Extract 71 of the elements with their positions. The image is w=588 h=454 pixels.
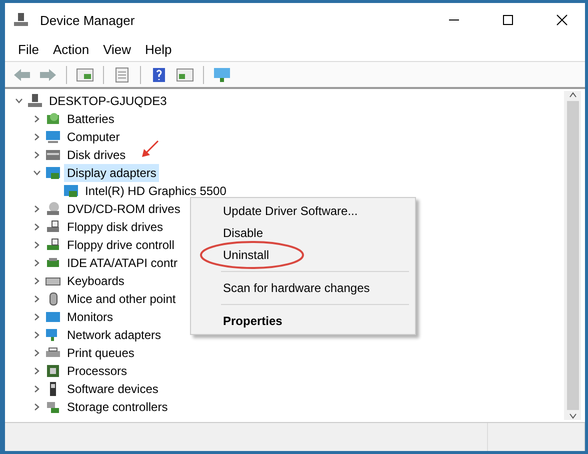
- computer-icon: [27, 93, 43, 109]
- monitor-icon: [45, 309, 61, 325]
- tree-item[interactable]: DVD/CD-ROM drives: [64, 200, 184, 218]
- menu-item[interactable]: View: [96, 40, 138, 58]
- chevron-right-icon[interactable]: [33, 331, 41, 339]
- chevron-right-icon[interactable]: [33, 313, 41, 321]
- tree-item[interactable]: Mice and other point: [64, 290, 179, 308]
- display-adapter-icon: [63, 183, 79, 199]
- monitor-icon: [213, 66, 231, 82]
- monitor-icon: [45, 129, 61, 145]
- scroll-down-icon[interactable]: [568, 412, 576, 420]
- document-icon: [114, 66, 130, 82]
- chevron-right-icon[interactable]: [33, 295, 41, 303]
- tree-item[interactable]: Network adapters: [64, 326, 164, 344]
- window-title: Device Manager: [40, 12, 136, 28]
- scrollbar[interactable]: [564, 91, 581, 420]
- chevron-right-icon[interactable]: [33, 151, 41, 159]
- help-icon: [151, 66, 167, 82]
- tree-item[interactable]: Monitors: [64, 308, 116, 326]
- tree-item[interactable]: Software devices: [64, 380, 162, 398]
- window-pane-icon: [176, 66, 194, 82]
- chevron-right-icon[interactable]: [33, 403, 41, 411]
- context-menu-item[interactable]: Scan for hardware changes: [193, 277, 413, 299]
- tree-item[interactable]: Floppy disk drives: [64, 218, 166, 236]
- chevron-right-icon[interactable]: [33, 277, 41, 285]
- tree-item[interactable]: IDE ATA/ATAPI contr: [64, 254, 180, 272]
- tree-item[interactable]: Processors: [64, 362, 130, 380]
- battery-icon: [45, 111, 61, 127]
- storage-controller-icon: [45, 399, 61, 415]
- back-arrow-icon: [13, 68, 31, 82]
- chevron-right-icon[interactable]: [33, 223, 41, 231]
- chevron-right-icon[interactable]: [33, 133, 41, 141]
- chevron-right-icon[interactable]: [33, 115, 41, 123]
- tree-item[interactable]: Floppy drive controll: [64, 236, 178, 254]
- drive-icon: [45, 147, 61, 163]
- maximize-icon: [502, 14, 514, 26]
- chevron-down-icon[interactable]: [33, 169, 41, 177]
- chevron-right-icon[interactable]: [33, 385, 41, 393]
- tree-item[interactable]: Keyboards: [64, 272, 128, 290]
- scroll-up-icon[interactable]: [568, 91, 576, 99]
- tree-item[interactable]: Disk drives: [64, 146, 129, 164]
- context-menu-item[interactable]: Update Driver Software...: [193, 200, 413, 222]
- chevron-right-icon[interactable]: [33, 205, 41, 213]
- tree-item[interactable]: Storage controllers: [64, 398, 171, 416]
- tree-item[interactable]: DESKTOP-GJUQDE3: [46, 92, 170, 110]
- tree-item[interactable]: Intel(R) HD Graphics 5500: [82, 182, 230, 200]
- context-menu-item[interactable]: Uninstall: [193, 244, 413, 266]
- window-pane-icon: [76, 66, 94, 82]
- menu-item[interactable]: Action: [46, 40, 96, 58]
- tree-item[interactable]: Print queues: [64, 344, 138, 362]
- chevron-right-icon[interactable]: [33, 349, 41, 357]
- tree-item[interactable]: Display adapters: [64, 164, 160, 182]
- tree-item[interactable]: Batteries: [64, 110, 118, 128]
- forward-arrow-icon: [39, 68, 57, 82]
- display-adapter-icon: [45, 165, 61, 181]
- menu-item[interactable]: File: [11, 40, 46, 58]
- computer-icon: [13, 12, 29, 28]
- chevron-down-icon[interactable]: [15, 97, 23, 105]
- processor-icon: [45, 363, 61, 379]
- floppy-controller-icon: [45, 237, 61, 253]
- tree-item[interactable]: Computer: [64, 128, 123, 146]
- close-icon: [556, 14, 568, 26]
- chevron-right-icon[interactable]: [33, 241, 41, 249]
- chevron-right-icon[interactable]: [33, 259, 41, 267]
- menu-item[interactable]: Help: [138, 40, 179, 58]
- context-menu-item[interactable]: Disable: [193, 222, 413, 244]
- annotation-arrow: [140, 139, 160, 159]
- disc-drive-icon: [45, 201, 61, 217]
- context-menu-item[interactable]: Properties: [193, 310, 413, 332]
- chevron-right-icon[interactable]: [33, 367, 41, 375]
- floppy-drive-icon: [45, 219, 61, 235]
